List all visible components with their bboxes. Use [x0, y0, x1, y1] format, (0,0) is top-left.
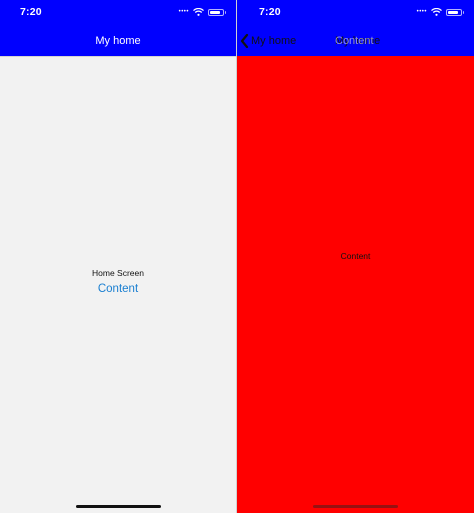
- status-bar-icons: ••••: [178, 7, 226, 17]
- header-title: My home: [95, 35, 141, 47]
- wifi-icon: [431, 8, 442, 16]
- home-screen: 7:20 •••• My home Home Screen Content: [0, 0, 236, 513]
- status-bar-time: 7:20: [20, 6, 42, 18]
- header-title-incoming: Content: [335, 35, 374, 47]
- content-link[interactable]: Content: [0, 283, 236, 295]
- content-screen: 7:20 •••• My home My home Content Conten…: [237, 0, 474, 513]
- content-label: Content: [340, 251, 371, 261]
- home-screen-label: Home Screen: [92, 268, 144, 278]
- wifi-icon: [193, 8, 204, 16]
- cellular-signal-icon: ••••: [416, 9, 427, 15]
- back-button[interactable]: My home: [240, 32, 296, 50]
- navigation-header: 7:20 •••• My home My home Content: [237, 0, 474, 56]
- home-indicator[interactable]: [313, 505, 398, 508]
- status-bar-time: 7:20: [259, 6, 281, 18]
- chevron-left-icon: [240, 34, 249, 48]
- cellular-signal-icon: ••••: [178, 9, 189, 15]
- battery-icon: [446, 8, 464, 16]
- back-button-label: My home: [251, 35, 297, 47]
- status-bar-icons: ••••: [416, 7, 464, 17]
- home-indicator[interactable]: [76, 505, 161, 508]
- navigation-header: 7:20 •••• My home: [0, 0, 236, 56]
- battery-icon: [208, 8, 226, 16]
